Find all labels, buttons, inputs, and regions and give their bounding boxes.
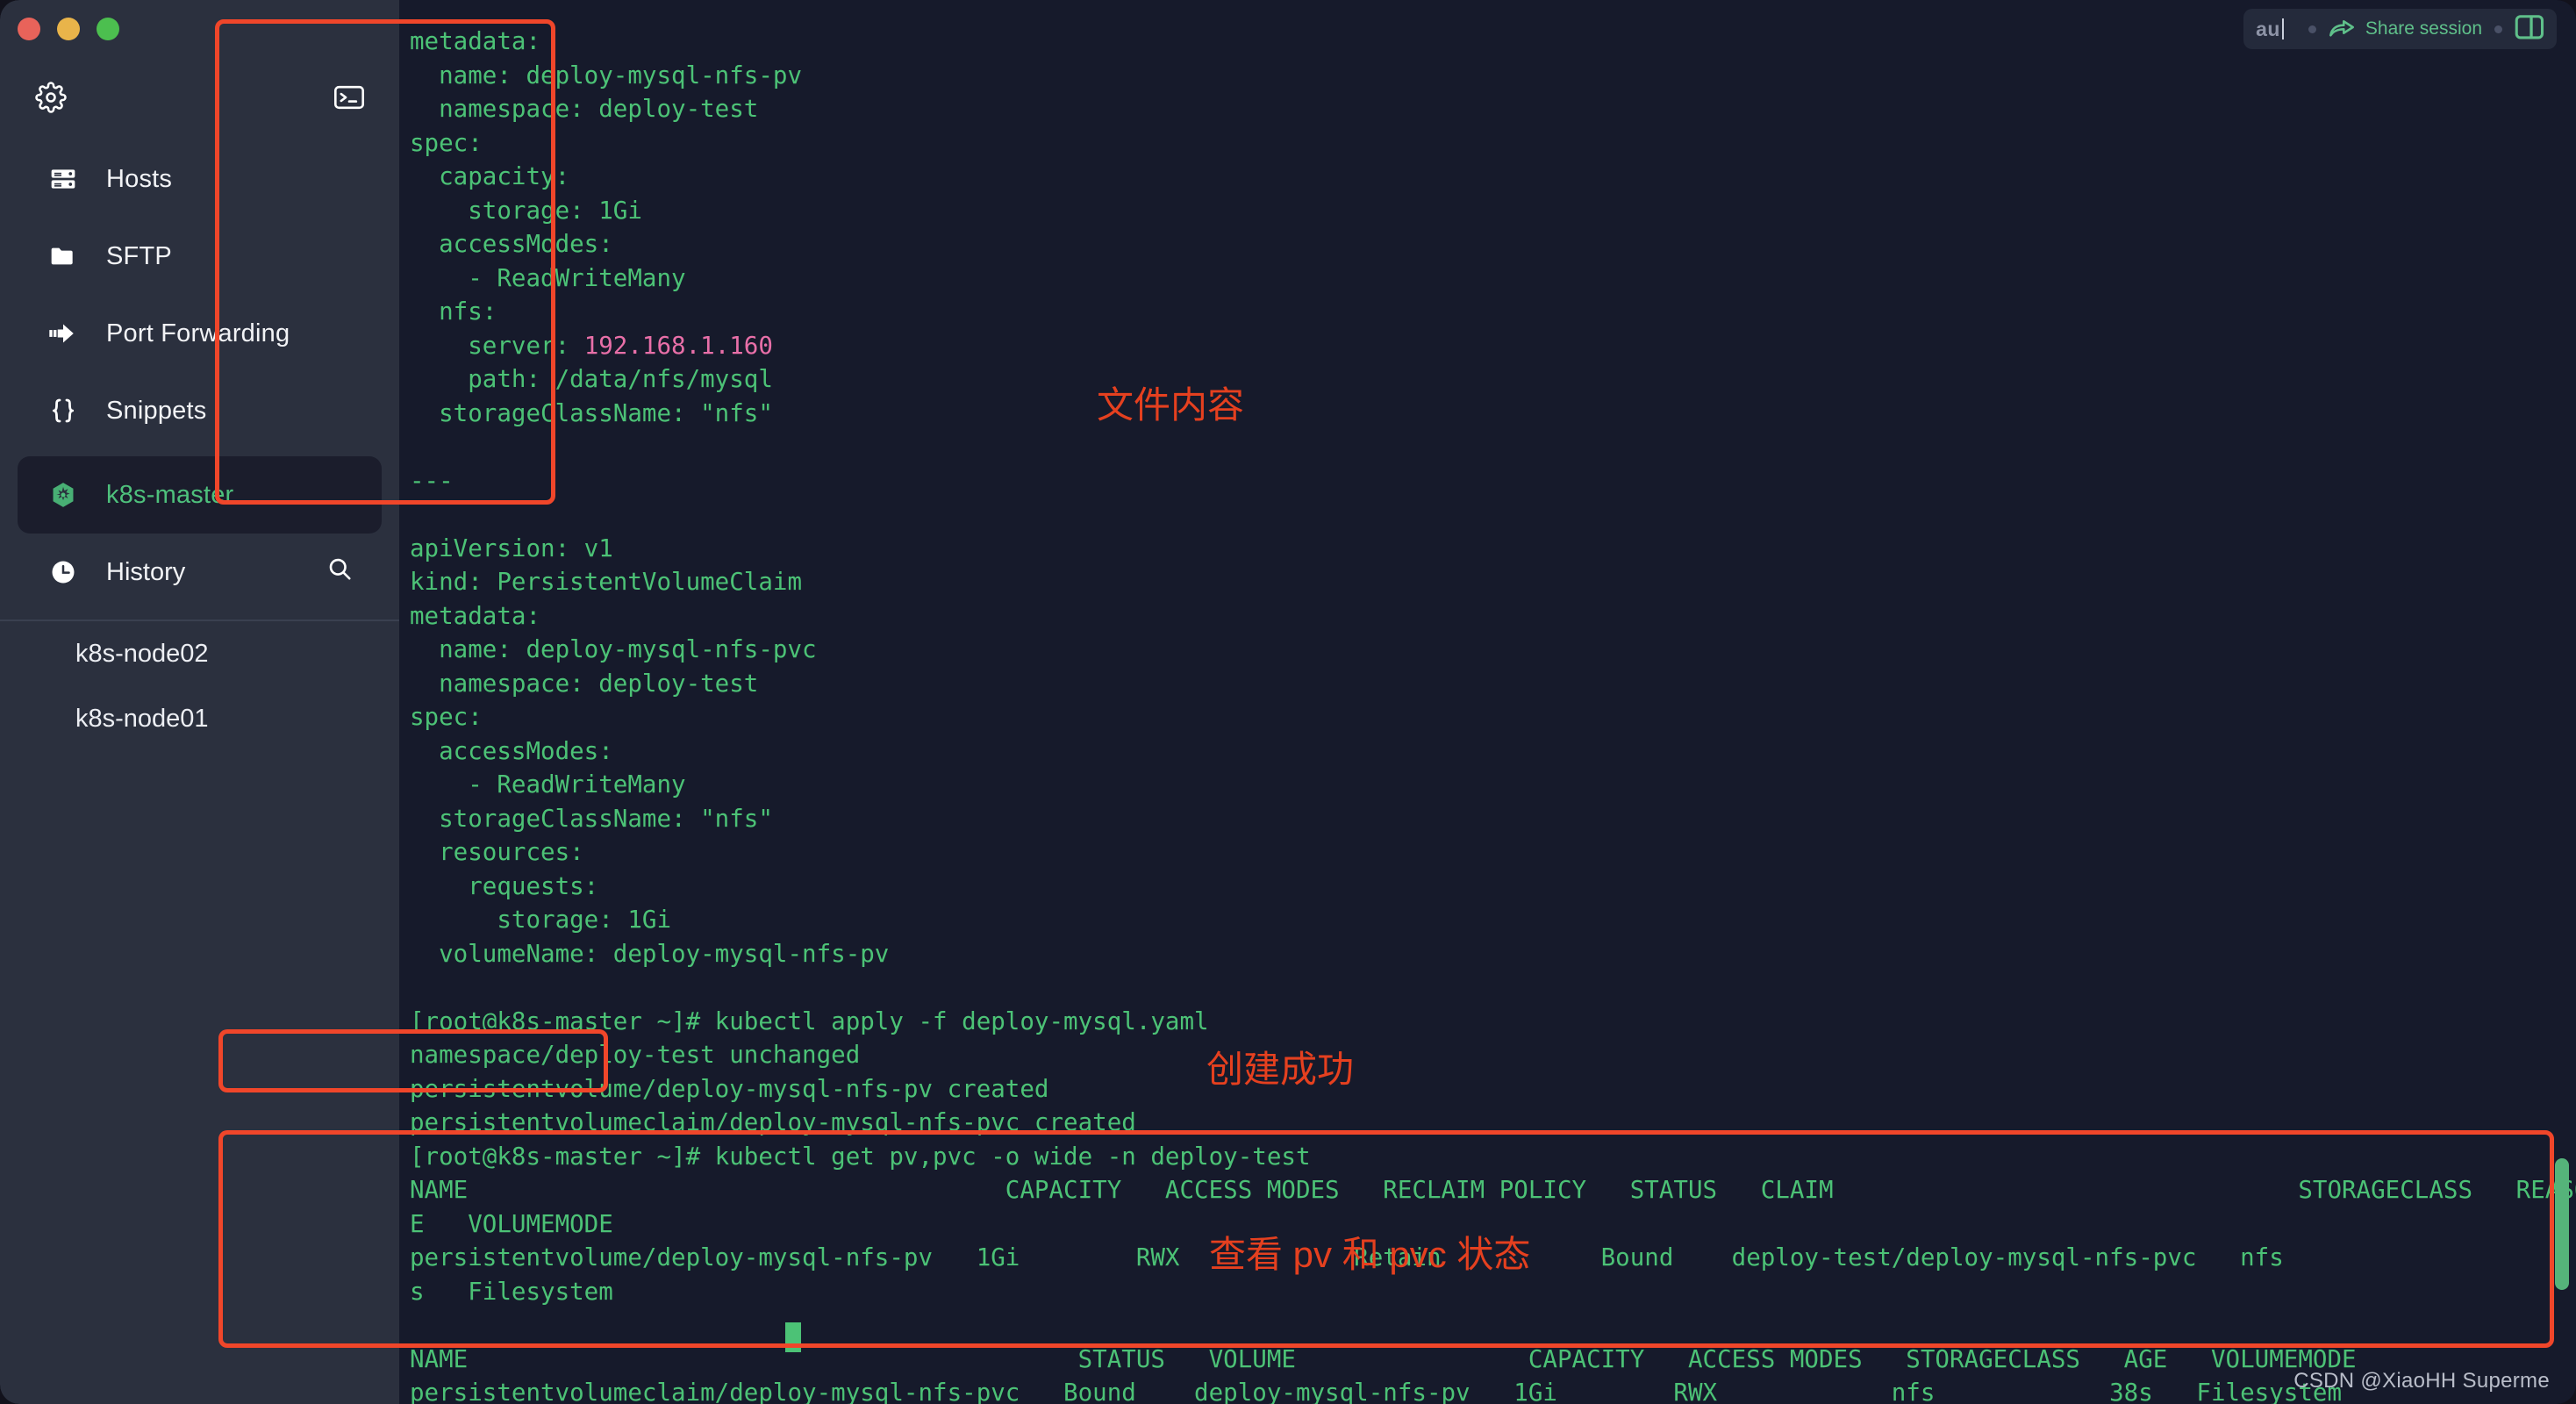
terminal-cursor (785, 1322, 801, 1352)
close-window-button[interactable] (18, 18, 40, 40)
sidebar-item-port-forwarding[interactable]: Port Forwarding (18, 295, 382, 372)
terminal-icon[interactable] (334, 85, 364, 110)
sidebar-item-snippets[interactable]: Snippets (18, 372, 382, 449)
sidebar-item-label: Snippets (106, 396, 207, 425)
window-traffic-lights (18, 18, 119, 40)
maximize-window-button[interactable] (97, 18, 119, 40)
sidebar-item-label: Hosts (106, 164, 173, 193)
nfs-server-ip: 192.168.1.160 (583, 331, 773, 360)
kubernetes-icon (47, 481, 80, 509)
sidebar-item-label: k8s-master (106, 480, 234, 509)
watermark: CSDN @XiaoHH Superme (2293, 1369, 2550, 1393)
sidebar-item-label: SFTP (106, 241, 172, 270)
history-item-k8s-node02[interactable]: k8s-node02 (0, 621, 399, 686)
clock-icon (47, 559, 80, 585)
sidebar-item-label: Port Forwarding (106, 319, 290, 347)
terminal-output[interactable]: metadata: name: deploy-mysql-nfs-pv name… (410, 25, 2576, 1404)
terminal-pane: au Share session metadata: name: deploy-… (399, 0, 2576, 1404)
gear-icon[interactable] (35, 82, 67, 113)
history-item-k8s-node01[interactable]: k8s-node01 (0, 686, 399, 751)
braces-icon (47, 397, 80, 425)
sidebar-toolbar (0, 72, 399, 123)
sidebar-nav: Hosts SFTP Port Forwarding Snippets k8s-… (0, 140, 399, 751)
sidebar-history-header[interactable]: History (18, 534, 382, 611)
annotation-label-file-content: 文件内容 (1097, 384, 1245, 426)
sidebar-item-hosts[interactable]: Hosts (18, 140, 382, 218)
annotation-label-check-status: 查看 pv 和 pvc 状态 (1209, 1234, 1531, 1275)
sidebar-history-label: History (106, 557, 186, 586)
annotation-label-create-success: 创建成功 (1206, 1049, 1355, 1090)
search-icon[interactable] (326, 555, 353, 589)
history-item-label: k8s-node02 (75, 639, 209, 668)
sidebar: Hosts SFTP Port Forwarding Snippets k8s-… (0, 0, 399, 1404)
history-item-label: k8s-node01 (75, 704, 209, 733)
server-icon (47, 165, 80, 193)
terminal-scrollbar[interactable] (2555, 1158, 2569, 1290)
sidebar-item-k8s-master[interactable]: k8s-master (18, 456, 382, 534)
folder-icon (47, 242, 80, 270)
forward-arrow-icon (47, 320, 80, 347)
minimize-window-button[interactable] (57, 18, 80, 40)
app-window: Hosts SFTP Port Forwarding Snippets k8s-… (0, 0, 2576, 1404)
sidebar-item-sftp[interactable]: SFTP (18, 218, 382, 295)
